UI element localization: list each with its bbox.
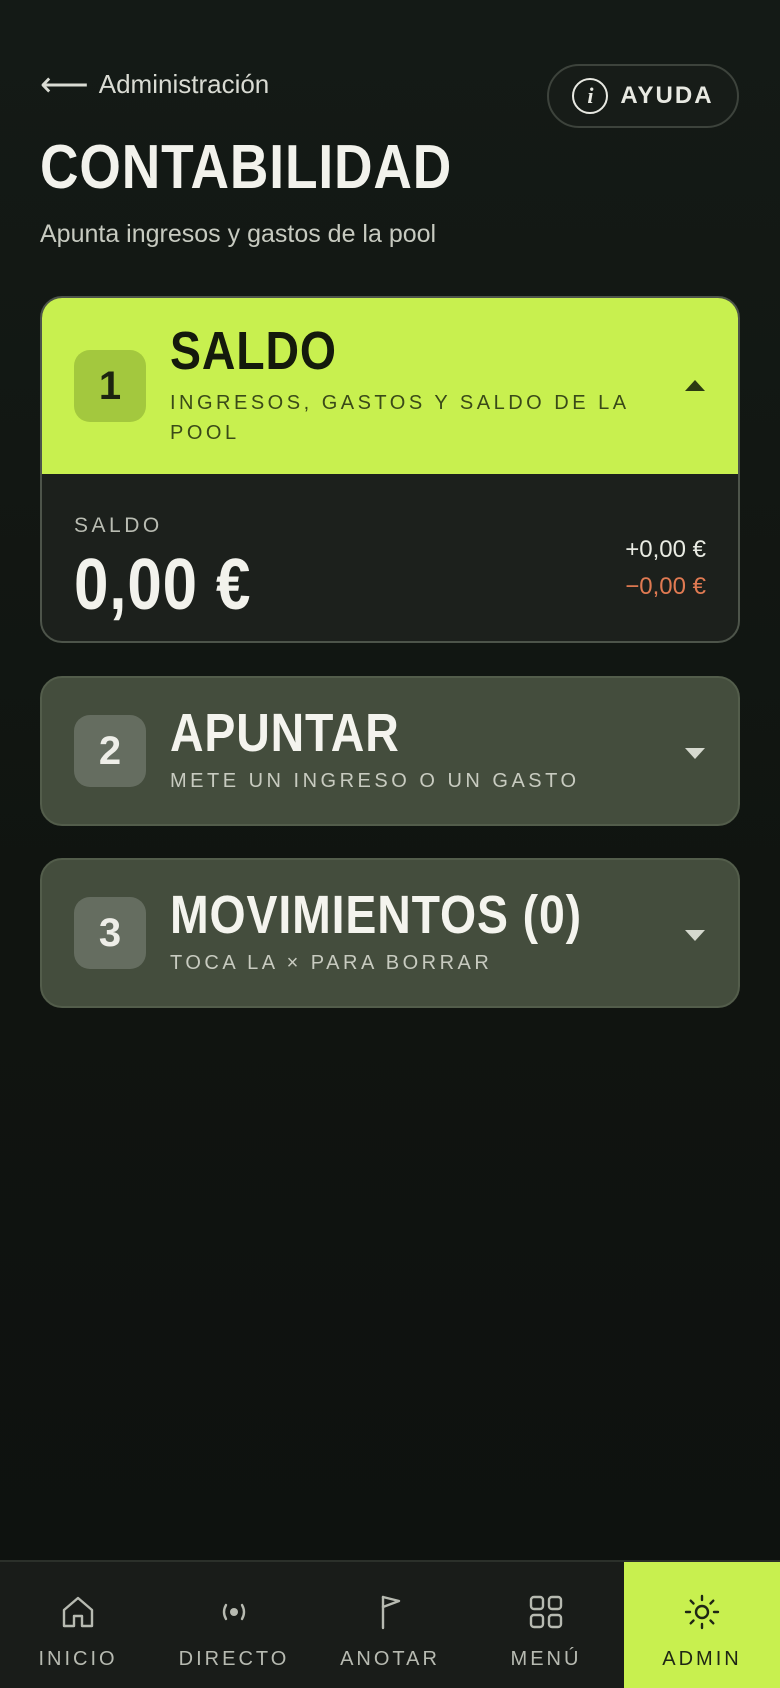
tab-label: DIRECTO bbox=[178, 1648, 290, 1670]
card-title: SALDO bbox=[170, 321, 337, 381]
info-icon: i bbox=[572, 78, 609, 114]
back-label: Administración bbox=[98, 68, 270, 99]
balance-panel: SALDO 0,00 € +0,00 € −0,00 € bbox=[42, 474, 738, 641]
balance-card-header[interactable]: 1 SALDO INGRESOS, GASTOS Y SALDO DE LA P… bbox=[42, 298, 738, 474]
page-subtitle: Apunta ingresos y gastos de la pool bbox=[40, 220, 437, 248]
step-number: 2 bbox=[74, 715, 146, 787]
tab-label: ANOTAR bbox=[340, 1648, 440, 1670]
arrow-left-icon: ⟵ bbox=[40, 66, 89, 104]
card-title: MOVIMIENTOS (0) bbox=[170, 885, 582, 945]
movements-card-header[interactable]: 3 MOVIMIENTOS (0) TOCA LA × PARA BORRAR bbox=[42, 860, 738, 1006]
add-entry-card: 2 APUNTAR METE UN INGRESO O UN GASTO bbox=[40, 676, 740, 826]
live-icon bbox=[222, 1603, 246, 1621]
card-subtitle: METE UN INGRESO O UN GASTO bbox=[170, 770, 580, 792]
tab-label: MENÚ bbox=[510, 1648, 582, 1670]
tab-label: ADMIN bbox=[662, 1648, 742, 1670]
tab-inicio[interactable]: INICIO bbox=[0, 1562, 156, 1688]
tab-anotar[interactable]: ANOTAR bbox=[312, 1562, 468, 1688]
card-subtitle: INGRESOS, GASTOS Y SALDO DE LA POOL bbox=[170, 392, 629, 444]
sun-icon bbox=[684, 1594, 720, 1630]
tab-directo[interactable]: DIRECTO bbox=[156, 1562, 312, 1688]
tab-menu[interactable]: MENÚ bbox=[468, 1562, 624, 1688]
chevron-up-icon bbox=[685, 380, 705, 391]
movements-card: 3 MOVIMIENTOS (0) TOCA LA × PARA BORRAR bbox=[40, 858, 740, 1008]
home-icon bbox=[62, 1596, 94, 1628]
card-title: APUNTAR bbox=[170, 703, 400, 763]
help-label: AYUDA bbox=[620, 82, 714, 109]
balance-label: SALDO bbox=[74, 514, 163, 537]
back-link[interactable]: ⟵ Administración bbox=[40, 66, 269, 102]
expense-total: −0,00 € bbox=[625, 573, 706, 600]
balance-card: 1 SALDO INGRESOS, GASTOS Y SALDO DE LA P… bbox=[40, 296, 740, 643]
tab-label: INICIO bbox=[38, 1648, 118, 1670]
balance-value: 0,00 € bbox=[74, 545, 252, 625]
bottom-tab-bar: INICIO DIRECTO ANOTAR MENÚ ADMIN bbox=[0, 1560, 780, 1688]
chevron-down-icon bbox=[685, 748, 705, 759]
tab-admin[interactable]: ADMIN bbox=[624, 1562, 780, 1688]
chevron-down-icon bbox=[685, 930, 705, 941]
help-button[interactable]: i AYUDA bbox=[547, 64, 739, 128]
income-total: +0,00 € bbox=[625, 536, 706, 563]
flag-icon bbox=[381, 1595, 401, 1630]
grid-icon bbox=[529, 1595, 563, 1629]
step-number: 1 bbox=[74, 350, 146, 422]
add-entry-card-header[interactable]: 2 APUNTAR METE UN INGRESO O UN GASTO bbox=[42, 678, 738, 824]
step-number: 3 bbox=[74, 897, 146, 969]
card-subtitle: TOCA LA × PARA BORRAR bbox=[170, 952, 493, 974]
page-title: CONTABILIDAD bbox=[40, 133, 453, 202]
